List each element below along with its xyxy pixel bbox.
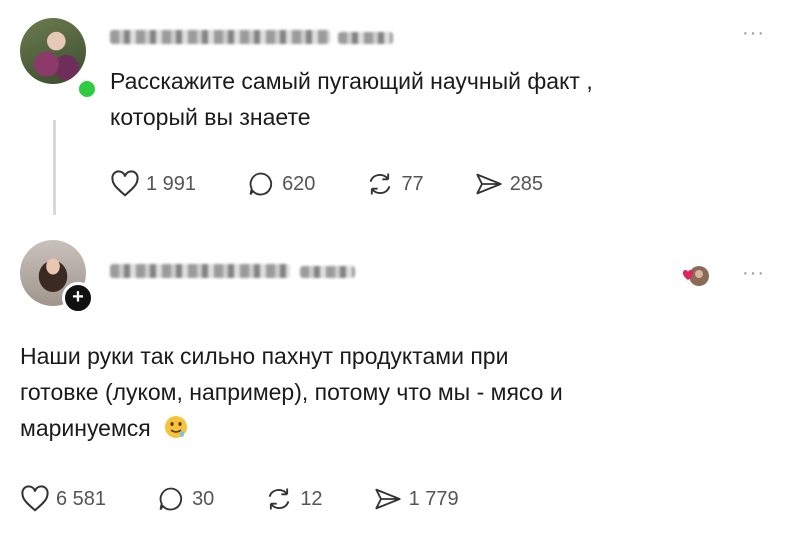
heart-icon — [111, 170, 139, 197]
post-text-fragment: маринуемся — [20, 415, 151, 441]
post-actions: 1 991 620 77 285 — [110, 170, 593, 198]
share-button[interactable]: 285 — [474, 170, 543, 198]
thread-connector — [53, 120, 56, 215]
repost-button[interactable]: 77 — [365, 170, 424, 198]
post-body: Наши руки так сильно пахнут продуктами п… — [20, 338, 563, 446]
like-button[interactable]: 1 991 — [110, 170, 196, 198]
comment-icon — [159, 487, 183, 511]
post-text-line: Расскажите самый пугающий научный факт , — [110, 68, 593, 94]
drooling-face-emoji-icon — [165, 416, 188, 438]
author-username-blurred[interactable] — [110, 264, 290, 278]
comment-button[interactable]: 620 — [246, 170, 315, 198]
share-button[interactable]: 1 779 — [373, 485, 459, 513]
send-icon — [374, 488, 401, 510]
author-avatar[interactable] — [20, 18, 86, 84]
post-text-line: маринуемся — [20, 410, 563, 446]
post-actions: 6 581 30 12 1 779 — [20, 485, 509, 513]
post-time-blurred — [338, 32, 393, 44]
like-button[interactable]: 6 581 — [20, 485, 106, 513]
comment-count: 620 — [282, 172, 316, 195]
heart-icon — [21, 485, 49, 512]
share-count: 1 779 — [408, 487, 459, 510]
repost-icon — [269, 488, 290, 510]
comment-count: 30 — [192, 487, 215, 510]
repost-count: 12 — [300, 487, 323, 510]
comment-icon — [249, 172, 273, 196]
share-count: 285 — [509, 172, 544, 195]
post-body: Расскажите самый пугающий научный факт ,… — [110, 63, 593, 135]
like-count: 6 581 — [56, 487, 107, 510]
more-options-icon[interactable]: ··· — [742, 263, 765, 283]
repost-icon — [370, 173, 391, 195]
follow-button[interactable]: + — [62, 282, 94, 314]
comment-button[interactable]: 30 — [156, 485, 214, 513]
repost-count: 77 — [401, 172, 424, 195]
online-status-indicator — [76, 78, 98, 100]
more-options-icon[interactable]: ··· — [742, 23, 765, 43]
post-text-line: который вы знаете — [110, 104, 311, 130]
author-username-blurred[interactable] — [110, 30, 330, 44]
like-count: 1 991 — [146, 172, 197, 195]
post-text-line: готовке (луком, например), потому что мы… — [20, 379, 563, 405]
liked-by-avatar-icon — [682, 266, 709, 286]
send-icon — [476, 173, 502, 195]
post-text-line: Наши руки так сильно пахнут продуктами п… — [20, 343, 509, 369]
repost-button[interactable]: 12 — [264, 485, 323, 513]
post-time-blurred — [300, 266, 355, 278]
